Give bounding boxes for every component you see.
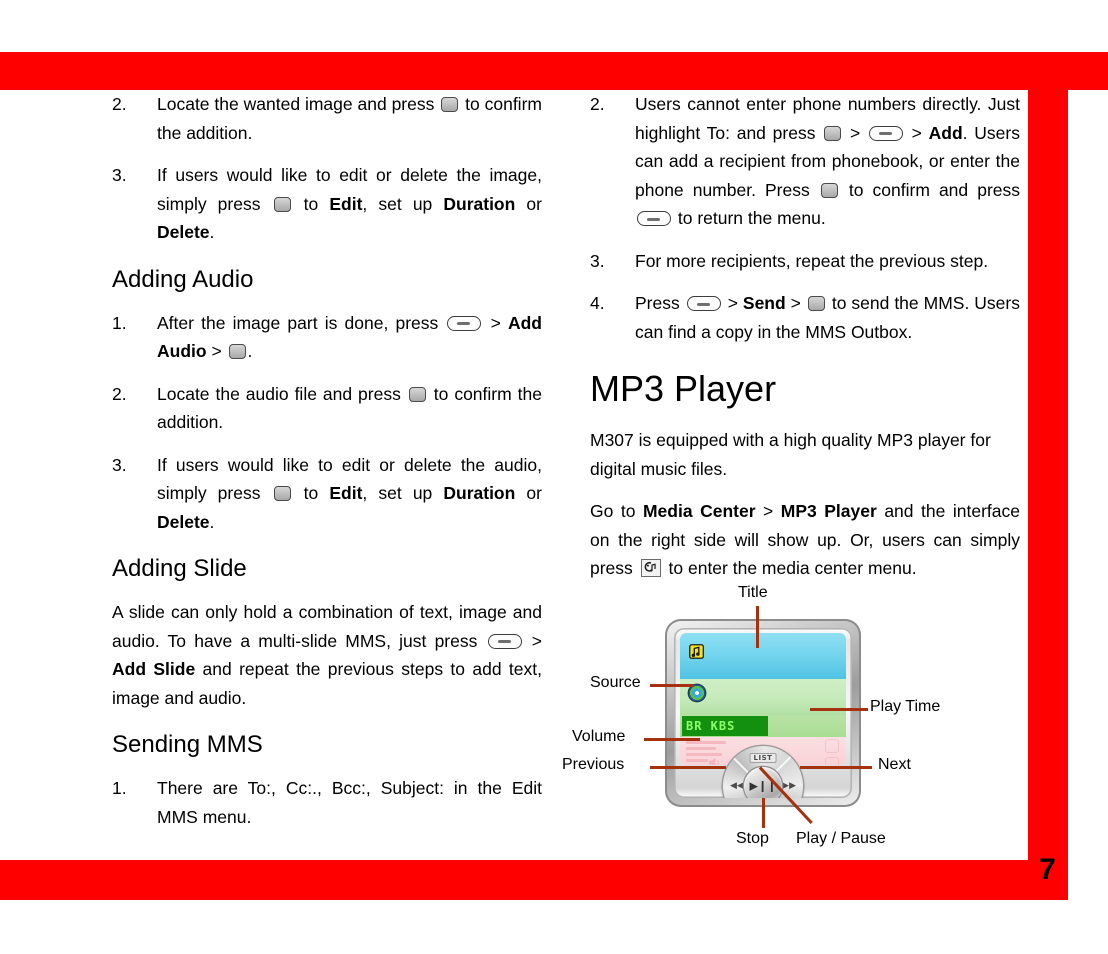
paragraph-mp3-navigation: Go to Media Center > MP3 Player and the … [590,501,1020,578]
emphasis-text: Add Slide [112,659,196,679]
chapter-title-mp3-player: MP3 Player [590,368,777,409]
leader-line-stop [762,798,765,828]
callout-next: Next [878,756,911,773]
list-item: 3. If users would like to edit or delete … [112,161,542,247]
bottom-red-band [0,860,1068,900]
heading-adding-audio: Adding Audio [112,265,254,293]
emphasis-text: Media Center [642,501,756,521]
previous-button[interactable]: ◀◀ [730,781,744,791]
emphasis-text: Delete [157,511,210,532]
list-item: 1. There are To:, Cc:., Bcc:, Subject: in… [112,774,542,831]
list-item-number: 2. [112,94,127,114]
right-column: 2. Users cannot enter phone numbers direc… [590,90,1020,597]
emphasis-text: Add Audio [157,312,542,362]
heading-sending-mms: Sending MMS [112,731,263,758]
list-recipient-steps: 2. Users cannot enter phone numbers direc… [590,90,1020,346]
callout-play-pause: Play / Pause [796,830,886,847]
callout-stop: Stop [736,830,769,847]
list-item-number: 3. [112,454,127,475]
mp3-player-figure: BR KBS LIST ◀◀ ▶▶ ▶❙❙ Title Source Play … [560,580,1030,860]
paragraph-adding-slide: A slide can only hold a combination of t… [112,602,542,708]
soft-key-icon [686,296,721,311]
list-item: 2. Locate the wanted image and press to c… [112,90,542,147]
soft-key-icon [487,633,522,649]
source-disc-icon [689,685,705,701]
emphasis-text: Send [742,293,786,313]
callout-volume: Volume [572,728,626,745]
square-key-icon [408,386,426,402]
left-column: 2. Locate the wanted image and press to c… [112,90,542,845]
list-item-text: For more recipients, repeat the previous… [635,250,989,271]
list-item-number: 4. [590,293,605,313]
list-item: 3. If users would like to edit or delete … [112,451,542,537]
heading-adding-slide: Adding Slide [112,555,247,582]
callout-source: Source [590,674,641,691]
emphasis-text: Add [928,122,963,143]
list-item-text: After the image part is done, press > Ad… [157,312,542,362]
square-key-icon [824,125,842,141]
leader-line-volume [644,738,700,741]
leader-line-previous [650,766,726,769]
list-item-text: Locate the wanted image and press to con… [157,94,542,143]
list-image-steps: 2. Locate the wanted image and press to c… [112,90,542,247]
soft-key-icon [447,315,482,331]
list-item: 1. After the image part is done, press > … [112,309,542,366]
square-key-icon [820,182,838,198]
list-item-number: 1. [112,778,127,798]
repeat-icon [825,757,839,765]
leader-line-title [756,606,759,648]
square-key-icon [807,296,825,311]
soft-key-icon [868,125,903,141]
callout-play-time: Play Time [870,698,941,715]
leader-line-play-time [810,708,868,711]
leader-line-next [800,766,872,769]
media-key-icon [640,559,661,577]
right-red-band [1028,52,1068,900]
list-item-number: 2. [112,383,127,404]
paragraph-mp3-intro: M307 is equipped with a high quality MP3… [590,430,991,479]
page-number: 7 [1039,853,1056,886]
next-button[interactable]: ▶▶ [782,781,796,791]
list-item: 2. Locate the audio file and press to con… [112,380,542,437]
emphasis-text: Delete [157,222,210,242]
list-item-number: 1. [112,312,127,333]
headphone-icon [825,739,839,753]
list-item-text: If users would like to edit or delete th… [157,165,542,242]
emphasis-text: MP3 Player [780,501,877,521]
emphasis-text: Duration [443,193,516,214]
callout-title: Title [738,584,768,601]
music-note-icon [689,644,704,659]
emphasis-text: Duration [443,483,516,503]
list-item-number: 3. [112,165,127,185]
screen-right-icons [825,739,839,765]
callout-previous: Previous [562,756,625,773]
square-key-icon [441,97,459,112]
square-key-icon [273,196,291,212]
list-item: 4. Press > Send > to send the MMS. Users … [590,289,1020,346]
list-item-text: There are To:, Cc:., Bcc:, Subject: in t… [157,778,542,827]
list-item-text: Locate the audio file and press to confi… [157,383,542,433]
top-red-band [0,52,1108,90]
list-item-number: 2. [590,94,605,114]
bitrate-readout: BR KBS [682,716,768,736]
list-item: 2. Users cannot enter phone numbers direc… [590,90,1020,233]
list-item-number: 3. [590,250,605,271]
list-mms-steps: 1. There are To:, Cc:., Bcc:, Subject: in… [112,774,542,831]
square-key-icon [228,344,246,359]
list-item-text: Users cannot enter phone numbers directl… [635,94,1021,228]
list-item: 3. For more recipients, repeat the previo… [590,247,1020,276]
list-item-text: Press > Send > to send the MMS. Users ca… [635,293,1020,342]
list-audio-steps: 1. After the image part is done, press > … [112,309,542,537]
emphasis-text: Edit [329,483,363,503]
list-item-text: If users would like to edit or delete th… [157,454,542,532]
leader-line-source [650,684,694,687]
square-key-icon [273,486,291,501]
phone-device-illustration: BR KBS LIST ◀◀ ▶▶ ▶❙❙ [665,619,861,807]
list-key-label[interactable]: LIST [749,753,777,763]
soft-key-icon [637,211,671,226]
speaker-icon [709,757,719,765]
emphasis-text: Edit [329,193,363,214]
